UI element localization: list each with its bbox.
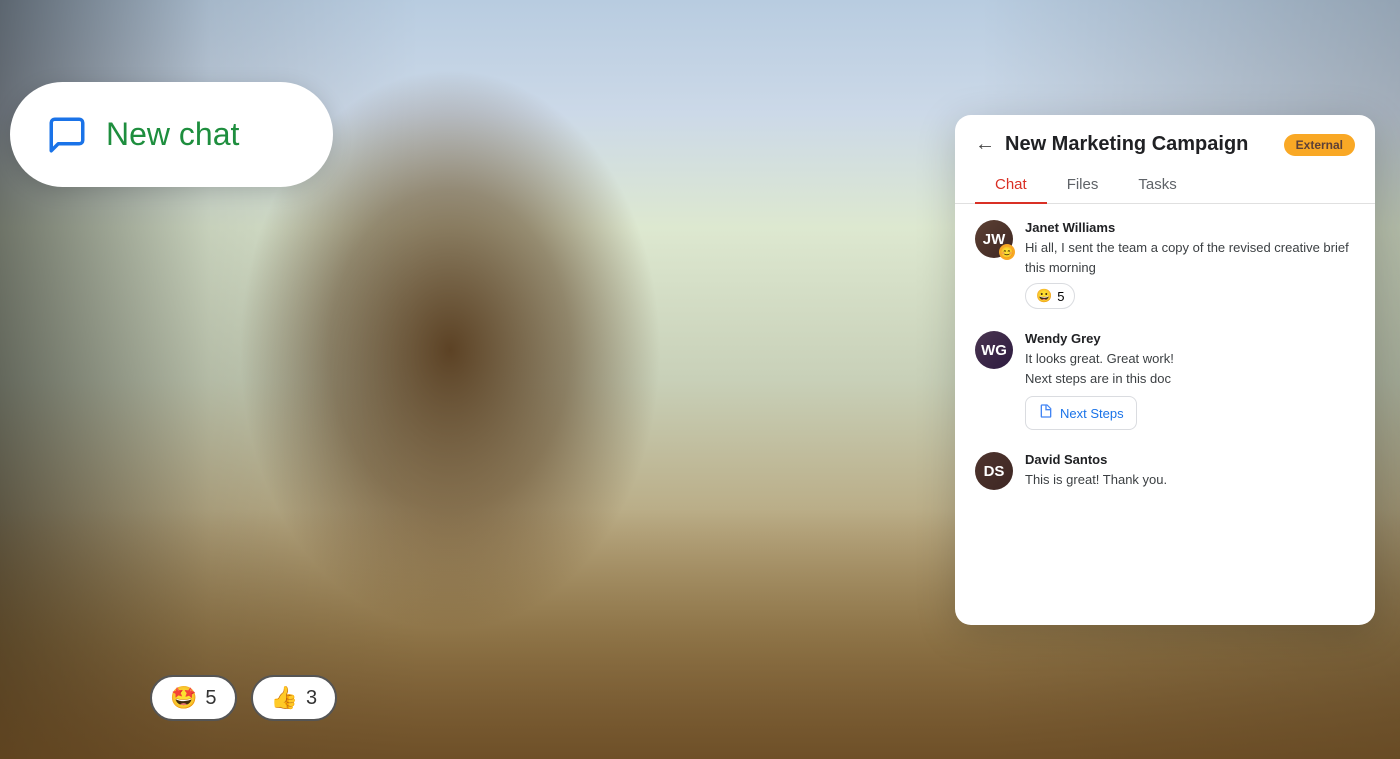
reaction-emoji-thumbs: 👍 (271, 685, 298, 711)
reaction-count-thumbs: 3 (306, 687, 317, 710)
reaction-pill-star[interactable]: 🤩 5 (150, 675, 237, 721)
reaction-count-star: 5 (205, 687, 216, 710)
tab-tasks[interactable]: Tasks (1118, 166, 1196, 203)
panel-title: New Marketing Campaign (1005, 133, 1274, 156)
chat-icon (46, 114, 88, 156)
tab-chat[interactable]: Chat (975, 166, 1047, 203)
avatar-wendy: WG (975, 331, 1013, 369)
external-badge: External (1284, 134, 1355, 156)
back-button[interactable]: ← (975, 133, 995, 156)
messages-area: JW 😊 Janet Williams Hi all, I sent the t… (955, 204, 1375, 625)
new-chat-bubble[interactable]: New chat (10, 82, 333, 187)
message-text-wendy: It looks great. Great work!Next steps ar… (1025, 349, 1355, 388)
panel-tabs: Chat Files Tasks (955, 166, 1375, 204)
reaction-count: 5 (1057, 289, 1064, 304)
message-content-david: David Santos This is great! Thank you. (1025, 452, 1355, 490)
message-content-janet: Janet Williams Hi all, I sent the team a… (1025, 220, 1355, 309)
message-david: DS David Santos This is great! Thank you… (975, 452, 1355, 490)
sender-david: David Santos (1025, 452, 1355, 467)
chat-panel: ← New Marketing Campaign External Chat F… (955, 115, 1375, 625)
sender-wendy: Wendy Grey (1025, 331, 1355, 346)
tab-files[interactable]: Files (1047, 166, 1119, 203)
reaction-pill-thumbs[interactable]: 👍 3 (251, 675, 338, 721)
janet-status-emoji: 😊 (999, 244, 1015, 260)
doc-chip-next-steps[interactable]: Next Steps (1025, 396, 1137, 430)
doc-chip-label: Next Steps (1060, 406, 1124, 421)
sender-janet: Janet Williams (1025, 220, 1355, 235)
doc-icon (1038, 403, 1054, 423)
message-content-wendy: Wendy Grey It looks great. Great work!Ne… (1025, 331, 1355, 430)
message-wendy: WG Wendy Grey It looks great. Great work… (975, 331, 1355, 430)
reactions-container: 🤩 5 👍 3 (150, 675, 337, 721)
reaction-chip-janet[interactable]: 😀 5 (1025, 283, 1075, 309)
avatar-janet: JW 😊 (975, 220, 1013, 258)
reaction-emoji: 😀 (1036, 288, 1052, 304)
avatar-david: DS (975, 452, 1013, 490)
message-janet: JW 😊 Janet Williams Hi all, I sent the t… (975, 220, 1355, 309)
new-chat-label: New chat (106, 116, 239, 153)
message-text-david: This is great! Thank you. (1025, 470, 1355, 490)
message-text-janet: Hi all, I sent the team a copy of the re… (1025, 238, 1355, 277)
reaction-emoji-star: 🤩 (170, 685, 197, 711)
panel-header: ← New Marketing Campaign External (955, 115, 1375, 166)
